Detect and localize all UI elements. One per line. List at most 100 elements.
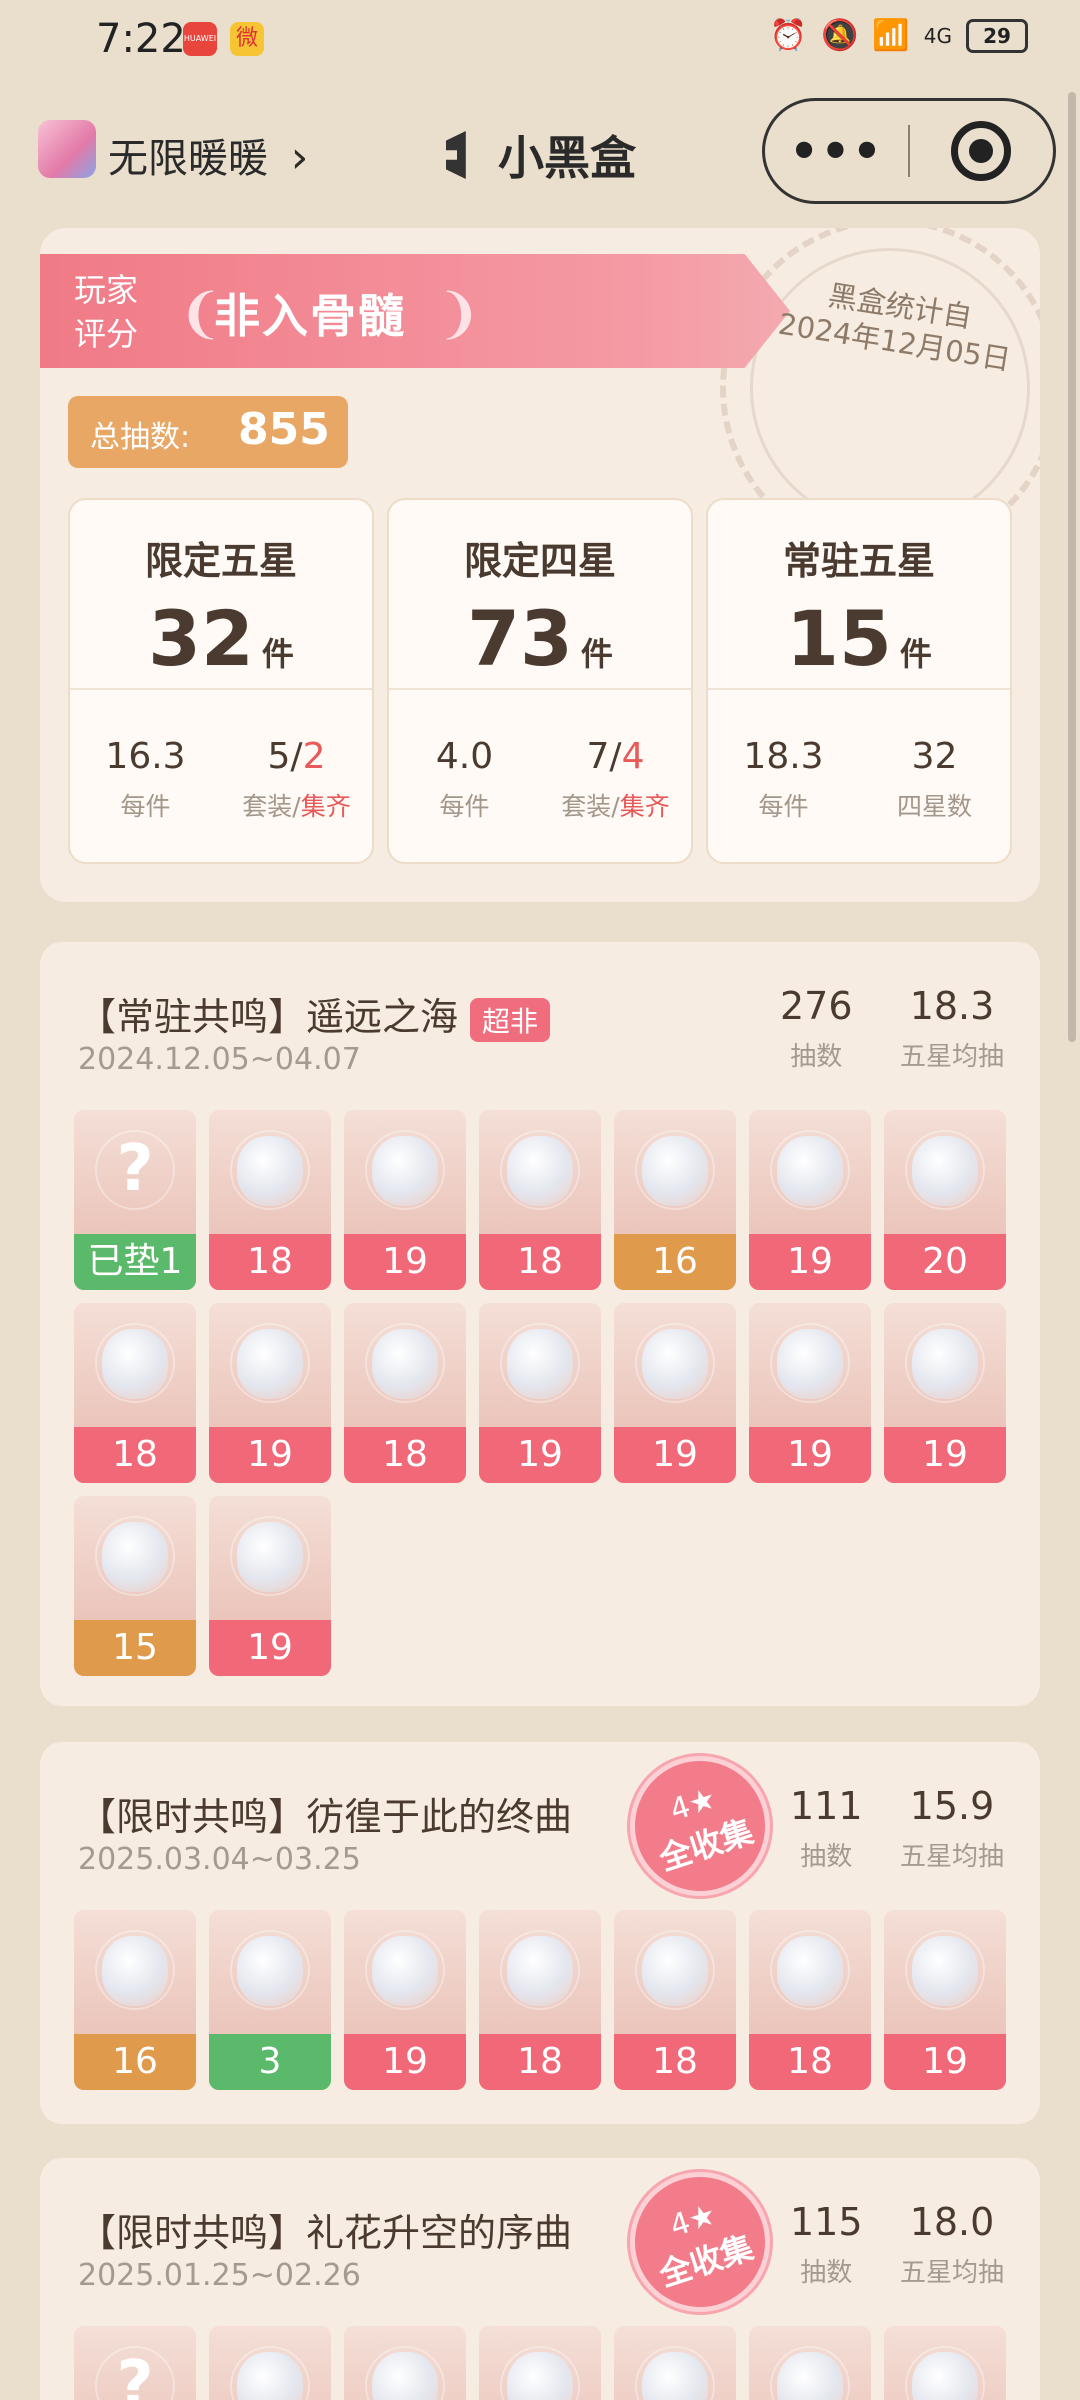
outfit-piece-icon [642, 1329, 708, 1399]
outfit-piece-icon [777, 1936, 843, 2006]
pull-count-label: 19 [884, 2034, 1006, 2090]
outfit-item[interactable]: 3 [209, 1910, 331, 2090]
rating-label: 玩家 评分 [74, 271, 139, 353]
outfit-item[interactable]: 19 [479, 1303, 601, 1483]
banner-title: 【限时共鸣】礼花升空的序曲 [78, 2211, 573, 2255]
banner-date: 2024.12.05~04.07 [78, 1042, 361, 1077]
outfit-item[interactable]: 18 [209, 1110, 331, 1290]
pull-count-label: 20 [884, 1234, 1006, 1290]
outfit-item[interactable]: 18 [74, 1303, 196, 1483]
outfit-item[interactable] [209, 2326, 331, 2400]
game-name: 无限暖暖 [108, 136, 268, 182]
stat-sub-left: 16.3 每件 [70, 736, 221, 823]
total-pulls-value: 855 [238, 404, 330, 455]
outfit-item[interactable]: 16 [614, 1110, 736, 1290]
pull-count-label: 18 [479, 2034, 601, 2090]
item-grid: ? [74, 2326, 1006, 2400]
stat-limited-5star: 限定五星 32 件 16.3 每件 5/2 套装/集齐 [68, 498, 374, 864]
battery-icon: 29 [966, 18, 1028, 53]
mystery-item[interactable]: ? [74, 2326, 196, 2400]
outfit-item[interactable]: 19 [209, 1303, 331, 1483]
stat-sub-left: 4.0 每件 [389, 736, 540, 823]
outfit-piece-icon [507, 1329, 573, 1399]
stat-title: 限定四星 [463, 539, 616, 583]
outfit-item[interactable]: 19 [884, 1303, 1006, 1483]
outfit-item[interactable]: 19 [614, 1303, 736, 1483]
stat-title: 常驻五星 [782, 539, 935, 583]
stat-limited-4star: 限定四星 73 件 4.0 每件 7/4 套装/集齐 [387, 498, 693, 864]
outfit-item[interactable]: 20 [884, 1110, 1006, 1290]
avg-value: 18.3 [909, 984, 995, 1028]
question-mark-icon: ? [116, 2348, 154, 2400]
stat-sub-value: 4.0 [435, 736, 494, 777]
stat-sub-label: 套装/集齐 [242, 792, 351, 821]
banner-title-text: 【常驻共鸣】遥远之海 [78, 995, 459, 1039]
outfit-item[interactable]: 19 [749, 1110, 871, 1290]
outfit-item[interactable]: 19 [749, 1303, 871, 1483]
pull-count-label: 19 [209, 1427, 331, 1483]
pull-count-label: 19 [749, 1427, 871, 1483]
scrollbar[interactable] [1068, 92, 1076, 1042]
brand-name: 小黑盒 [498, 131, 636, 185]
stat-sub-value: 5/2 [267, 736, 326, 777]
huawei-store-icon: HUAWEI [183, 22, 217, 56]
outfit-item[interactable]: 18 [479, 1910, 601, 2090]
outfit-piece-icon [777, 2352, 843, 2400]
stat-count-number: 15 [786, 594, 892, 683]
mystery-item[interactable]: ? 已垫1 [74, 1110, 196, 1290]
banner-avg: 15.9 五星均抽 [900, 1784, 1004, 1873]
outfit-item[interactable]: 18 [614, 1910, 736, 2090]
outfit-item[interactable] [884, 2326, 1006, 2400]
outfit-item[interactable]: 19 [344, 1110, 466, 1290]
pull-count-label: 19 [344, 2034, 466, 2090]
pulls-value: 115 [790, 2200, 863, 2244]
luck-tag: 超非 [470, 997, 551, 1042]
divider [708, 688, 1010, 690]
banner-card-permanent[interactable]: 【常驻共鸣】遥远之海 超非 2024.12.05~04.07 276 抽数 18.3… [40, 942, 1040, 1706]
stat-title: 限定五星 [144, 539, 297, 583]
outfit-piece-icon [237, 2352, 303, 2400]
stat-count-number: 73 [467, 594, 573, 683]
avatar[interactable] [38, 120, 96, 178]
xiaoheihe-logo-icon [446, 131, 466, 179]
outfit-item[interactable]: 16 [74, 1910, 196, 2090]
outfit-item[interactable] [344, 2326, 466, 2400]
stat-sub-value: 18.3 [743, 736, 824, 777]
avg-value: 15.9 [909, 1784, 995, 1828]
divider [70, 688, 372, 690]
wifi-icon: 📶 [872, 18, 910, 53]
pull-count-label: 19 [614, 1427, 736, 1483]
stat-sub-right: 32 四星数 [859, 736, 1010, 823]
outfit-item[interactable]: 15 [74, 1496, 196, 1676]
outfit-item[interactable]: 19 [884, 1910, 1006, 2090]
banner-card-limited-2[interactable]: 【限时共鸣】礼花升空的序曲 2025.01.25~02.26 4★ 全收集 115… [40, 2158, 1040, 2400]
banner-title: 【常驻共鸣】遥远之海 超非 [78, 986, 551, 1042]
outfit-item[interactable]: 18 [749, 1910, 871, 2090]
stat-standard-5star: 常驻五星 15 件 18.3 每件 32 四星数 [706, 498, 1012, 864]
outfit-item[interactable] [614, 2326, 736, 2400]
stat-count-unit: 件 [899, 635, 932, 673]
avg-label: 五星均抽 [900, 1042, 1005, 1072]
banner-date: 2025.01.25~02.26 [78, 2258, 361, 2293]
pull-count-label: 已垫1 [74, 1234, 196, 1290]
full-collection-badge: 4★ 全收集 [611, 2158, 789, 2331]
player-rating-banner: 玩家 评分 ❨ 非入骨髓 ❩ [40, 254, 790, 368]
close-miniapp-button[interactable] [910, 121, 1053, 181]
stat-count-unit: 件 [261, 635, 294, 673]
outfit-item[interactable]: 19 [344, 1910, 466, 2090]
banner-pulls: 276 抽数 [780, 984, 853, 1073]
banner-card-limited-1[interactable]: 【限时共鸣】彷徨于此的终曲 2025.03.04~03.25 4★ 全收集 111… [40, 1742, 1040, 2124]
outfit-item[interactable]: 18 [479, 1110, 601, 1290]
game-switcher[interactable]: 无限暖暖 › [108, 126, 308, 184]
status-time: 7:22 [96, 16, 186, 62]
outfit-piece-icon [912, 1936, 978, 2006]
full-collection-badge: 4★ 全收集 [611, 1742, 789, 1915]
outfit-item[interactable]: 19 [209, 1496, 331, 1676]
stat-sub-value: 32 [911, 736, 958, 777]
outfit-item[interactable] [749, 2326, 871, 2400]
pull-count-label: 15 [74, 1620, 196, 1676]
pull-count-label: 18 [479, 1234, 601, 1290]
outfit-item[interactable] [479, 2326, 601, 2400]
outfit-item[interactable]: 18 [344, 1303, 466, 1483]
more-button[interactable]: ••• [765, 124, 908, 178]
